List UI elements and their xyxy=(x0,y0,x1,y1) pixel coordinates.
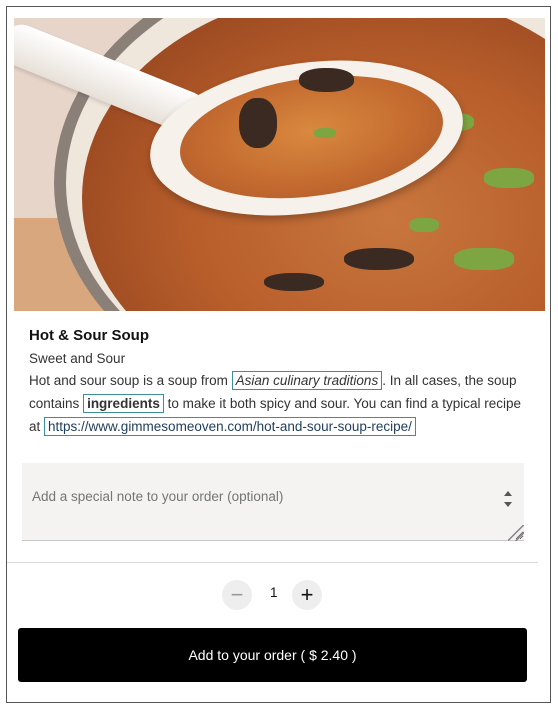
description-text: Hot and sour soup is a soup from xyxy=(29,373,228,388)
resize-handle-icon[interactable] xyxy=(508,525,524,541)
divider xyxy=(7,562,538,563)
recipe-url-link[interactable]: https://www.gimmesomeoven.com/hot-and-so… xyxy=(44,417,416,436)
add-to-order-button[interactable]: Add to your order ( $ 2.40 ) xyxy=(18,628,527,682)
quantity-value: 1 xyxy=(270,585,278,600)
product-subtitle: Sweet and Sour xyxy=(29,351,126,366)
product-description: Hot and sour soup is a soup from Asian c… xyxy=(29,369,534,438)
quantity-stepper: − 1 + xyxy=(222,580,332,610)
scroll-up-icon[interactable] xyxy=(504,491,512,496)
ingredients-link[interactable]: ingredients xyxy=(83,394,164,413)
increase-quantity-button[interactable]: + xyxy=(292,580,322,610)
decrease-quantity-button[interactable]: − xyxy=(222,580,252,610)
scroll-down-icon[interactable] xyxy=(504,502,512,507)
product-title: Hot & Sour Soup xyxy=(29,327,149,344)
product-details: Hot & Sour Soup Sweet and Sour Hot and s… xyxy=(29,327,534,438)
culinary-traditions-link[interactable]: Asian culinary traditions xyxy=(231,371,383,390)
special-note-textarea[interactable] xyxy=(22,463,524,541)
product-image xyxy=(14,18,545,311)
